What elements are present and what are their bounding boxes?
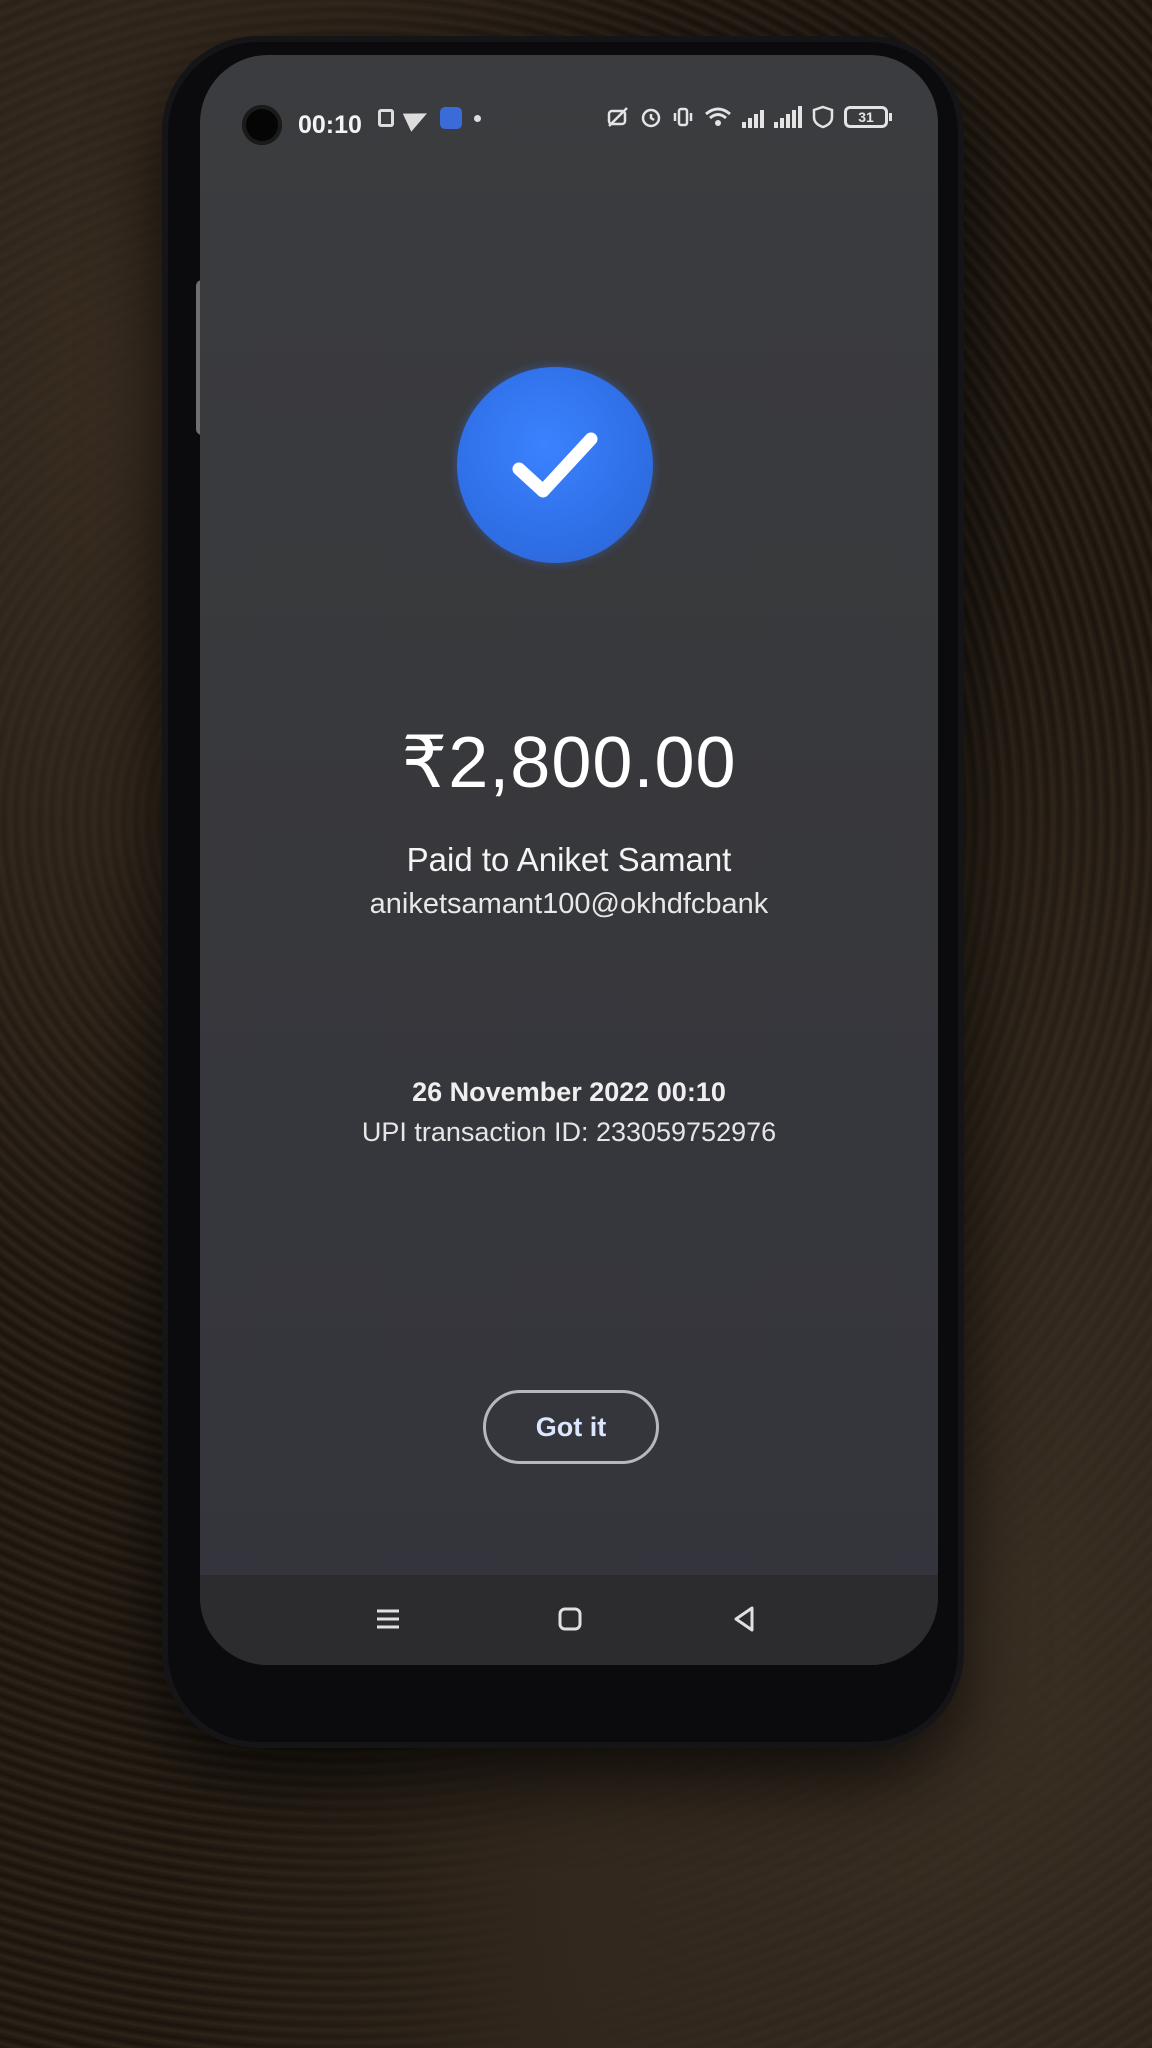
hd-icon — [607, 107, 628, 127]
vpn-shield-icon — [812, 105, 834, 129]
alarm-icon — [641, 108, 661, 128]
front-camera — [242, 105, 282, 145]
status-time: 00:10 — [298, 111, 362, 139]
navigation-bar — [200, 1575, 938, 1665]
got-it-button[interactable]: Got it — [483, 1390, 659, 1464]
status-bar: 00:10 31 — [200, 55, 938, 145]
note-icon — [378, 109, 394, 127]
payee-upi-id: aniketsamant100@okhdfcbank — [369, 888, 769, 920]
home-icon[interactable] — [550, 1599, 590, 1639]
notification-icons — [378, 104, 481, 132]
transaction-datetime: 26 November 2022 00:10 — [412, 1077, 726, 1107]
payment-amount: ₹2,800.00 — [401, 723, 737, 803]
telegram-icon — [402, 104, 432, 132]
battery-icon: 31 — [844, 106, 892, 128]
system-icons: 31 — [606, 105, 892, 129]
success-check-icon — [457, 367, 653, 563]
app-screen: 00:10 31 ₹2,800.00 Paid to Aniket Samant… — [200, 55, 938, 1665]
back-icon[interactable] — [724, 1599, 764, 1639]
payee-name: Paid to Aniket Samant — [406, 841, 732, 878]
signal-icon — [774, 106, 802, 128]
transaction-id: UPI transaction ID: 233059752976 — [361, 1117, 777, 1147]
vibrate-icon — [673, 107, 693, 127]
app-icon — [440, 107, 462, 129]
menu-icon[interactable] — [368, 1599, 408, 1639]
wifi-icon — [705, 107, 731, 126]
dot-icon — [474, 114, 481, 122]
signal-icon — [742, 106, 764, 128]
